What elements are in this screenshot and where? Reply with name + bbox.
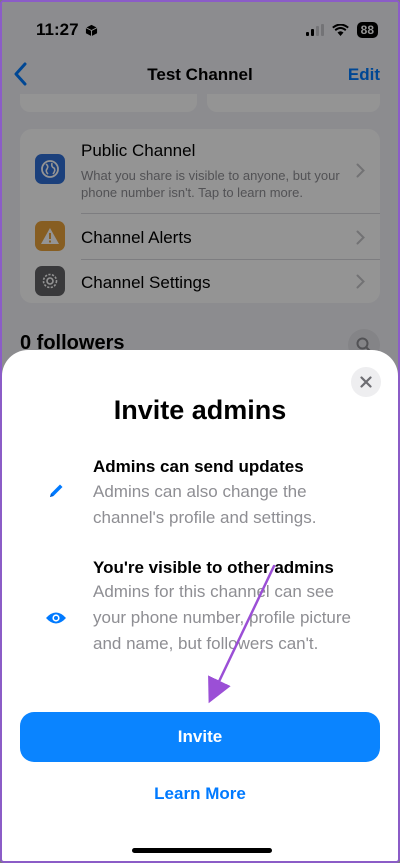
eye-icon	[45, 607, 67, 629]
pencil-icon	[45, 480, 67, 502]
feature-title: Admins can send updates	[93, 457, 304, 476]
feature-title: You're visible to other admins	[93, 558, 334, 577]
invite-button[interactable]: Invite	[20, 712, 380, 762]
learn-more-link[interactable]: Learn More	[2, 784, 398, 804]
sheet-title: Invite admins	[113, 395, 287, 425]
phone-screen: 11:27 88 Test Channel Edit Public Channe…	[0, 0, 400, 863]
feature-description: Admins can also change the channel's pro…	[93, 482, 317, 527]
feature-description: Admins for this channel can see your pho…	[93, 582, 351, 653]
invite-admins-sheet: Invite admins Admins can send updates Ad…	[2, 350, 398, 861]
close-icon	[360, 376, 372, 388]
close-button[interactable]	[351, 367, 381, 397]
home-indicator	[132, 848, 272, 853]
